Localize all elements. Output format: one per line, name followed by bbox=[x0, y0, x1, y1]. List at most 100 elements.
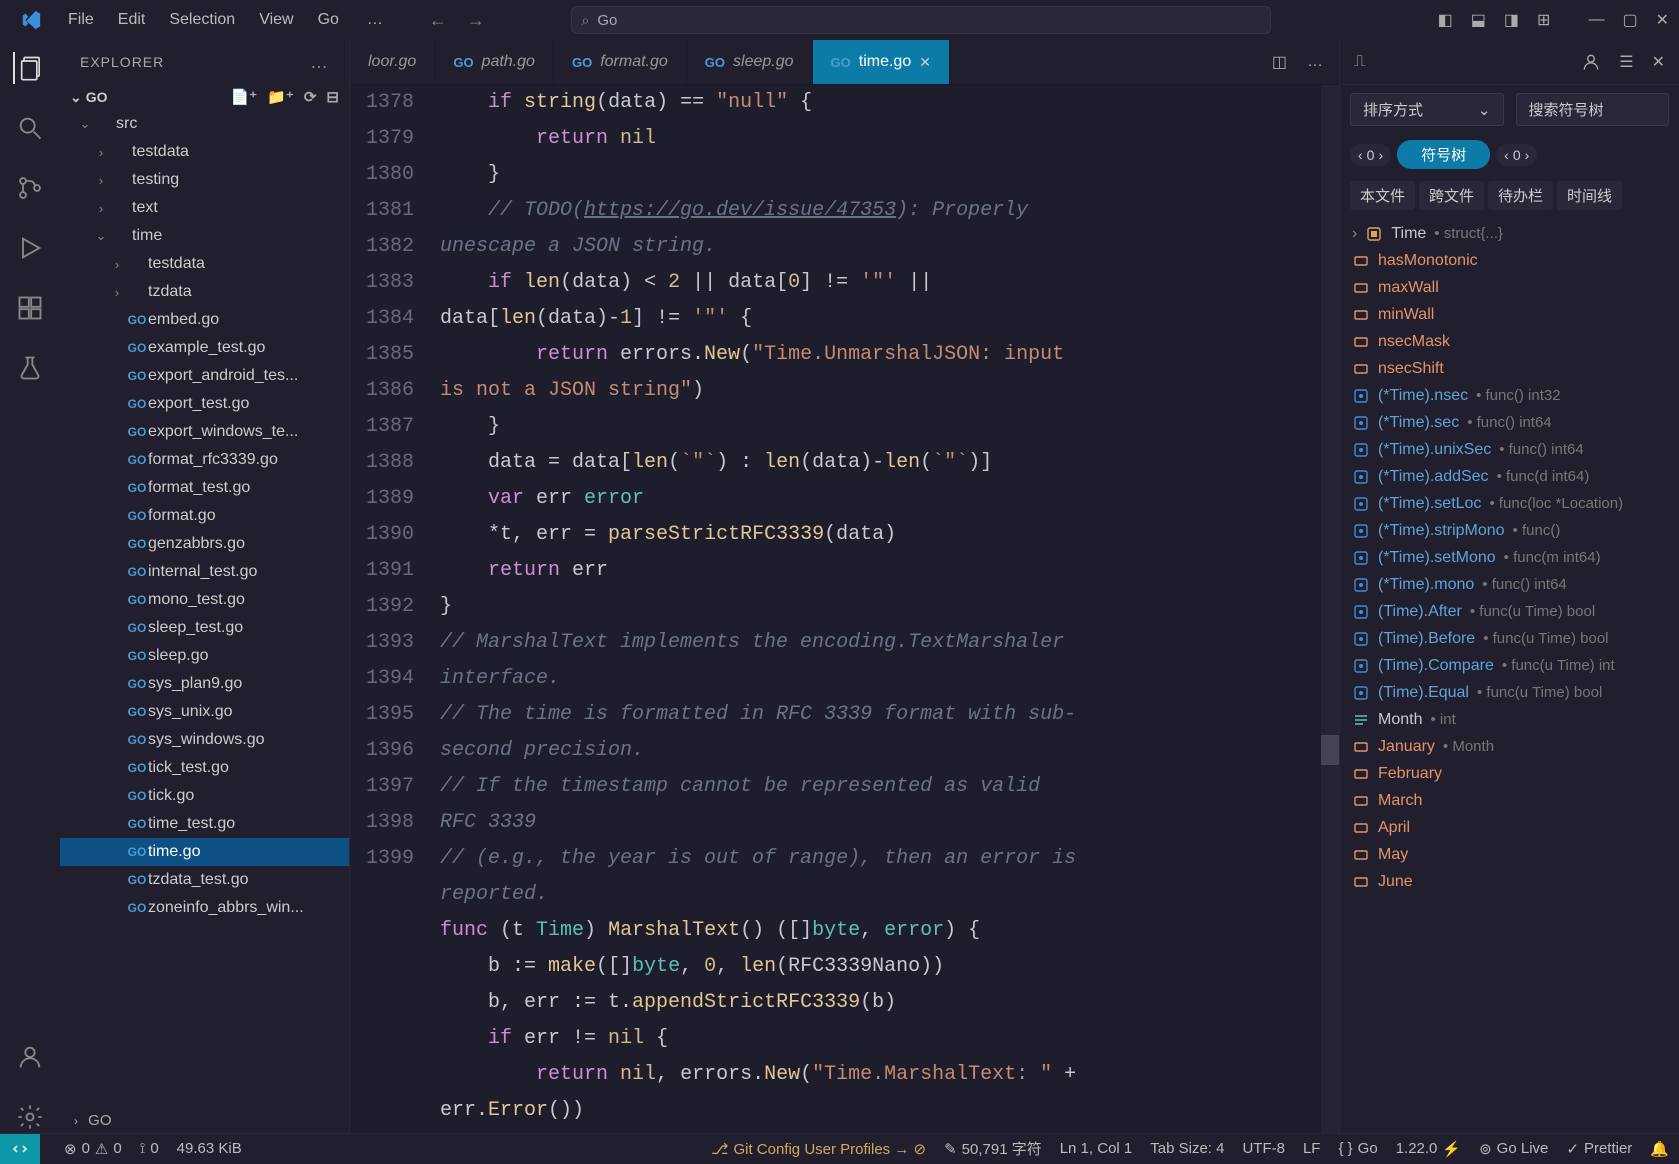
file-item[interactable]: GOexport_android_tes... bbox=[60, 362, 349, 390]
status-size[interactable]: 49.63 KiB bbox=[177, 1140, 242, 1157]
file-item[interactable]: GOsys_windows.go bbox=[60, 726, 349, 754]
file-item[interactable]: GOtime.go bbox=[60, 838, 349, 866]
file-item[interactable]: GOgenzabbrs.go bbox=[60, 530, 349, 558]
activity-testing[interactable] bbox=[14, 352, 46, 384]
folder-header[interactable]: ⌄ GO 📄⁺ 📁⁺ ⟳ ⊟ bbox=[60, 84, 349, 110]
outline-item[interactable]: (*Time).addSec • func(d int64) bbox=[1340, 463, 1679, 490]
maximize-icon[interactable]: ▢ bbox=[1622, 10, 1637, 30]
minimize-icon[interactable]: — bbox=[1588, 11, 1604, 29]
folder-item[interactable]: ⌄src bbox=[60, 110, 349, 138]
minimap-thumb[interactable] bbox=[1321, 735, 1339, 765]
search-symbol[interactable]: 搜索符号树 bbox=[1516, 93, 1670, 126]
outline-item[interactable]: (Time).Equal • func(u Time) bool bbox=[1340, 679, 1679, 706]
file-item[interactable]: GOmono_test.go bbox=[60, 586, 349, 614]
tab-actions-icon[interactable]: … bbox=[1307, 53, 1323, 71]
file-item[interactable]: GOsys_plan9.go bbox=[60, 670, 349, 698]
outline-item[interactable]: (*Time).nsec • func() int32 bbox=[1340, 382, 1679, 409]
outline-item[interactable]: maxWall bbox=[1340, 274, 1679, 301]
outline-account-icon[interactable] bbox=[1581, 52, 1601, 72]
outline-item[interactable]: February bbox=[1340, 760, 1679, 787]
outline-item[interactable]: June bbox=[1340, 868, 1679, 895]
outline-item[interactable]: (*Time).mono • func() int64 bbox=[1340, 571, 1679, 598]
refresh-icon[interactable]: ⟳ bbox=[304, 88, 317, 106]
outline-item[interactable]: May bbox=[1340, 841, 1679, 868]
status-lang[interactable]: { } Go bbox=[1338, 1140, 1377, 1157]
outline-item[interactable]: (Time).After • func(u Time) bool bbox=[1340, 598, 1679, 625]
file-item[interactable]: GOtick.go bbox=[60, 782, 349, 810]
editor-tab[interactable]: GOsleep.go bbox=[687, 40, 813, 84]
activity-explorer[interactable] bbox=[13, 52, 45, 84]
outline-item[interactable]: minWall bbox=[1340, 301, 1679, 328]
editor[interactable]: 1378137913801381138213831384138513861387… bbox=[350, 85, 1339, 1133]
menu-view[interactable]: View bbox=[247, 5, 305, 34]
menu-overflow-icon[interactable]: … bbox=[355, 5, 395, 35]
layout-grid-icon[interactable]: ⊞ bbox=[1537, 10, 1550, 30]
folder-item[interactable]: ›testing bbox=[60, 166, 349, 194]
outline-item[interactable]: (*Time).setMono • func(m int64) bbox=[1340, 544, 1679, 571]
activity-scm[interactable] bbox=[14, 172, 46, 204]
outline-item[interactable]: January • Month bbox=[1340, 733, 1679, 760]
new-folder-icon[interactable]: 📁⁺ bbox=[267, 88, 294, 106]
folder-item[interactable]: ›text bbox=[60, 194, 349, 222]
status-problems[interactable]: ⊗0 ⚠0 bbox=[64, 1140, 122, 1158]
outline-item[interactable]: (*Time).setLoc • func(loc *Location) bbox=[1340, 490, 1679, 517]
status-ports[interactable]: ⟟0 bbox=[140, 1140, 159, 1157]
close-icon[interactable]: ✕ bbox=[919, 54, 931, 71]
status-chars[interactable]: ✎ 50,791 字符 bbox=[944, 1138, 1042, 1159]
code-content[interactable]: if string(data) == "null" { return nil }… bbox=[440, 85, 1321, 1133]
outline-item[interactable]: (Time).Compare • func(u Time) int bbox=[1340, 652, 1679, 679]
status-golive[interactable]: ⊚ Go Live bbox=[1479, 1140, 1548, 1158]
outline-close-icon[interactable]: ✕ bbox=[1652, 52, 1665, 72]
status-tabsize[interactable]: Tab Size: 4 bbox=[1150, 1140, 1224, 1157]
file-item[interactable]: GOformat.go bbox=[60, 502, 349, 530]
file-item[interactable]: GOsleep.go bbox=[60, 642, 349, 670]
command-center[interactable]: ⌕ Go bbox=[571, 6, 1271, 34]
menu-file[interactable]: File bbox=[56, 5, 106, 34]
status-bell[interactable]: 🔔 bbox=[1650, 1140, 1669, 1158]
status-git-profiles[interactable]: ⎇ Git Config User Profiles → ⊘ bbox=[711, 1140, 926, 1158]
symbol-tree-pill[interactable]: 符号树 bbox=[1397, 140, 1490, 169]
outline-item[interactable]: nsecMask bbox=[1340, 328, 1679, 355]
file-item[interactable]: GOembed.go bbox=[60, 306, 349, 334]
file-item[interactable]: GOtime_test.go bbox=[60, 810, 349, 838]
status-prettier[interactable]: ✓ Prettier bbox=[1566, 1140, 1632, 1158]
editor-tab[interactable]: GOtime.go✕ bbox=[813, 40, 950, 84]
outline-item[interactable]: (Time).Before • func(u Time) bool bbox=[1340, 625, 1679, 652]
editor-tab[interactable]: GOformat.go bbox=[554, 40, 687, 84]
outline-tab[interactable]: 跨文件 bbox=[1419, 181, 1484, 210]
file-item[interactable]: GOexport_windows_te... bbox=[60, 418, 349, 446]
collapse-icon[interactable]: ⊟ bbox=[326, 88, 339, 106]
status-position[interactable]: Ln 1, Col 1 bbox=[1060, 1140, 1133, 1157]
sort-dropdown[interactable]: 排序方式 ⌄ bbox=[1350, 93, 1504, 126]
activity-search[interactable] bbox=[14, 112, 46, 144]
outline-item[interactable]: hasMonotonic bbox=[1340, 247, 1679, 274]
file-item[interactable]: GOsys_unix.go bbox=[60, 698, 349, 726]
folder-item[interactable]: ›testdata bbox=[60, 138, 349, 166]
file-item[interactable]: GOtzdata_test.go bbox=[60, 866, 349, 894]
file-item[interactable]: GOformat_rfc3339.go bbox=[60, 446, 349, 474]
outline-item[interactable]: ›Time • struct{...} bbox=[1340, 220, 1679, 247]
nav-back-icon[interactable]: ← bbox=[429, 10, 447, 31]
remote-indicator[interactable] bbox=[0, 1134, 40, 1164]
activity-extensions[interactable] bbox=[14, 292, 46, 324]
file-item[interactable]: GOformat_test.go bbox=[60, 474, 349, 502]
editor-tab[interactable]: GOpath.go bbox=[435, 40, 554, 84]
nav-prev-group[interactable]: ‹ 0 › bbox=[1350, 144, 1391, 166]
status-go-version[interactable]: 1.22.0 ⚡ bbox=[1396, 1140, 1461, 1158]
layout-left-icon[interactable]: ◧ bbox=[1438, 10, 1453, 30]
file-item[interactable]: GOexport_test.go bbox=[60, 390, 349, 418]
activity-debug[interactable] bbox=[14, 232, 46, 264]
new-file-icon[interactable]: 📄⁺ bbox=[231, 88, 258, 106]
outline-item[interactable]: nsecShift bbox=[1340, 355, 1679, 382]
file-item[interactable]: GOexample_test.go bbox=[60, 334, 349, 362]
folder-item[interactable]: ›testdata bbox=[60, 250, 349, 278]
menu-selection[interactable]: Selection bbox=[157, 5, 247, 34]
outline-item[interactable]: (*Time).sec • func() int64 bbox=[1340, 409, 1679, 436]
file-item[interactable]: GOsleep_test.go bbox=[60, 614, 349, 642]
close-window-icon[interactable]: ✕ bbox=[1656, 10, 1669, 30]
status-eol[interactable]: LF bbox=[1303, 1140, 1321, 1157]
outline-item[interactable]: April bbox=[1340, 814, 1679, 841]
menu-edit[interactable]: Edit bbox=[106, 5, 158, 34]
editor-tab[interactable]: loor.go bbox=[350, 40, 435, 84]
folder-item[interactable]: ⌄time bbox=[60, 222, 349, 250]
